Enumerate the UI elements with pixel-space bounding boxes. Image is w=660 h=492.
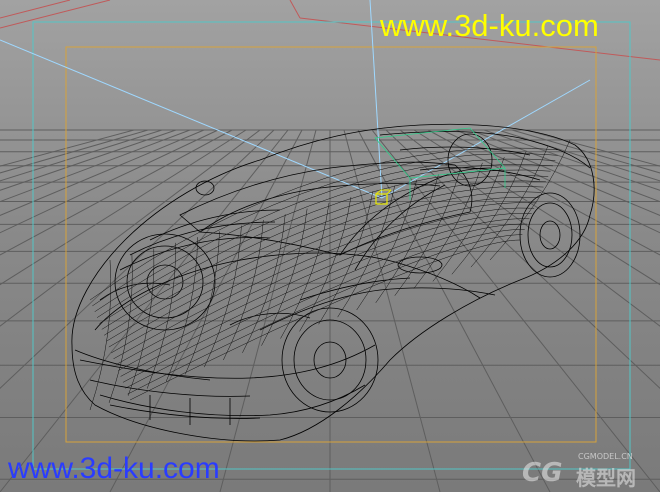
ground-grid [0, 129, 660, 492]
logo-mark: CG [522, 458, 563, 488]
viewport-canvas[interactable] [0, 0, 660, 492]
logo-chinese-text: 模型网 [576, 466, 636, 490]
camera-viewport[interactable]: www.3d-ku.com www.3d-ku.com CG CGMODEL.C… [0, 0, 660, 492]
watermark-top: www.3d-ku.com [380, 8, 599, 43]
safe-frame-outer [32, 21, 631, 470]
watermark-bottom: www.3d-ku.com [8, 452, 220, 485]
safe-frame-inner [65, 46, 597, 443]
cgmodel-logo: CG CGMODEL.CN 模型网 [520, 452, 656, 490]
car-wireframe [71, 123, 595, 442]
logo-small-text: CGMODEL.CN [578, 452, 633, 461]
